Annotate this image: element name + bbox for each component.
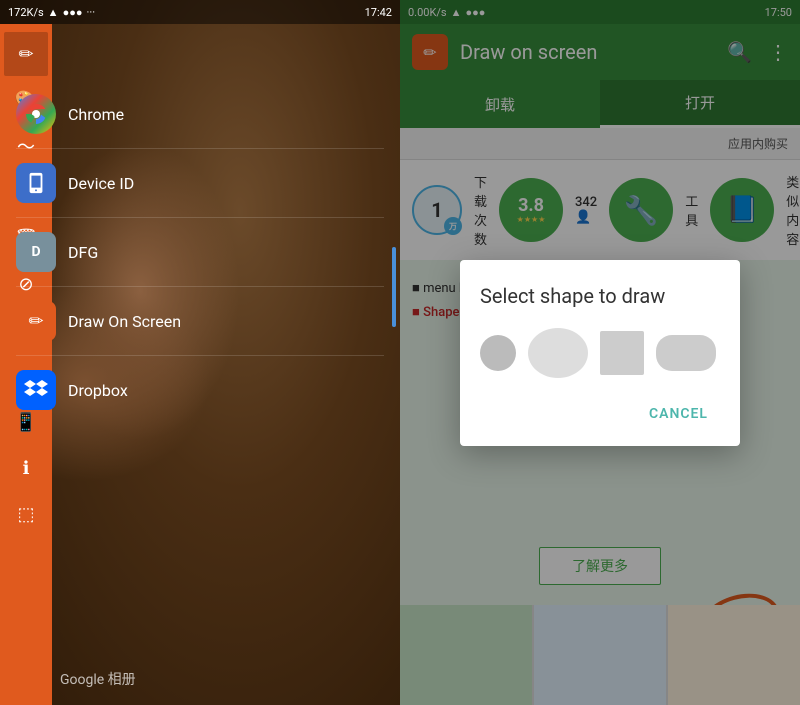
network-speed: 172K/s bbox=[8, 6, 44, 19]
list-item[interactable]: Device ID bbox=[0, 149, 400, 217]
rect-shape bbox=[600, 331, 644, 375]
shape-rounded-rect[interactable] bbox=[656, 335, 716, 371]
draw-on-screen-label: Draw On Screen bbox=[68, 312, 181, 331]
left-panel: 172K/s ▲ ●●● ··· 17:42 ✏ 🎨 〜 ↩ 🗑 ⊘ ✳ ◇ 📱… bbox=[0, 0, 400, 705]
dropbox-icon bbox=[16, 370, 56, 410]
draw-on-screen-icon: ✏ bbox=[16, 301, 56, 341]
dialog-title: Select shape to draw bbox=[480, 284, 720, 308]
menu-icon: ··· bbox=[87, 6, 96, 19]
left-status-info: 172K/s ▲ ●●● ··· bbox=[8, 6, 95, 19]
dropbox-label: Dropbox bbox=[68, 381, 128, 400]
shape-rectangle[interactable] bbox=[600, 331, 644, 375]
shape-small-circle[interactable] bbox=[480, 335, 516, 371]
left-status-right: 17:42 bbox=[365, 6, 392, 19]
shape-large-circle[interactable] bbox=[528, 328, 588, 378]
large-circle-shape bbox=[528, 328, 588, 378]
chrome-label: Chrome bbox=[68, 105, 124, 124]
dfg-icon: D bbox=[16, 232, 56, 272]
scroll-indicator bbox=[392, 247, 396, 327]
left-status-bar: 172K/s ▲ ●●● ··· 17:42 bbox=[0, 0, 400, 24]
rounded-rect-shape bbox=[656, 335, 716, 371]
google-photos-label: Google 相册 bbox=[60, 669, 136, 689]
sidebar-pencil-icon[interactable]: ✏ bbox=[4, 32, 48, 76]
device-id-label: Device ID bbox=[68, 174, 134, 193]
dfg-label: DFG bbox=[68, 243, 98, 262]
shape-options-row bbox=[480, 328, 720, 378]
dialog-actions: CANCEL bbox=[480, 398, 720, 430]
sidebar-exit-icon[interactable]: ⬚ bbox=[4, 492, 48, 536]
right-panel: 0.00K/s ▲ ●●● 17:50 ✏ Draw on screen 🔍 ⋮… bbox=[400, 0, 800, 705]
small-circle-shape bbox=[480, 335, 516, 371]
dialog-overlay: Select shape to draw CANCEL bbox=[400, 0, 800, 705]
cancel-button[interactable]: CANCEL bbox=[637, 398, 720, 430]
signal-icon: ●●● bbox=[63, 6, 83, 19]
left-time: 17:42 bbox=[365, 6, 392, 19]
wifi-icon: ▲ bbox=[48, 6, 59, 19]
left-app-list: Chrome Device ID D DFG ✏ Draw bbox=[0, 80, 400, 424]
chrome-icon bbox=[16, 94, 56, 134]
sidebar-info-icon[interactable]: ℹ bbox=[4, 446, 48, 490]
list-item[interactable]: Dropbox bbox=[0, 356, 400, 424]
list-item[interactable]: D DFG bbox=[0, 218, 400, 286]
device-id-icon bbox=[16, 163, 56, 203]
select-shape-dialog: Select shape to draw CANCEL bbox=[460, 260, 740, 446]
list-item[interactable]: Chrome bbox=[0, 80, 400, 148]
list-item[interactable]: ✏ Draw On Screen bbox=[0, 287, 400, 355]
